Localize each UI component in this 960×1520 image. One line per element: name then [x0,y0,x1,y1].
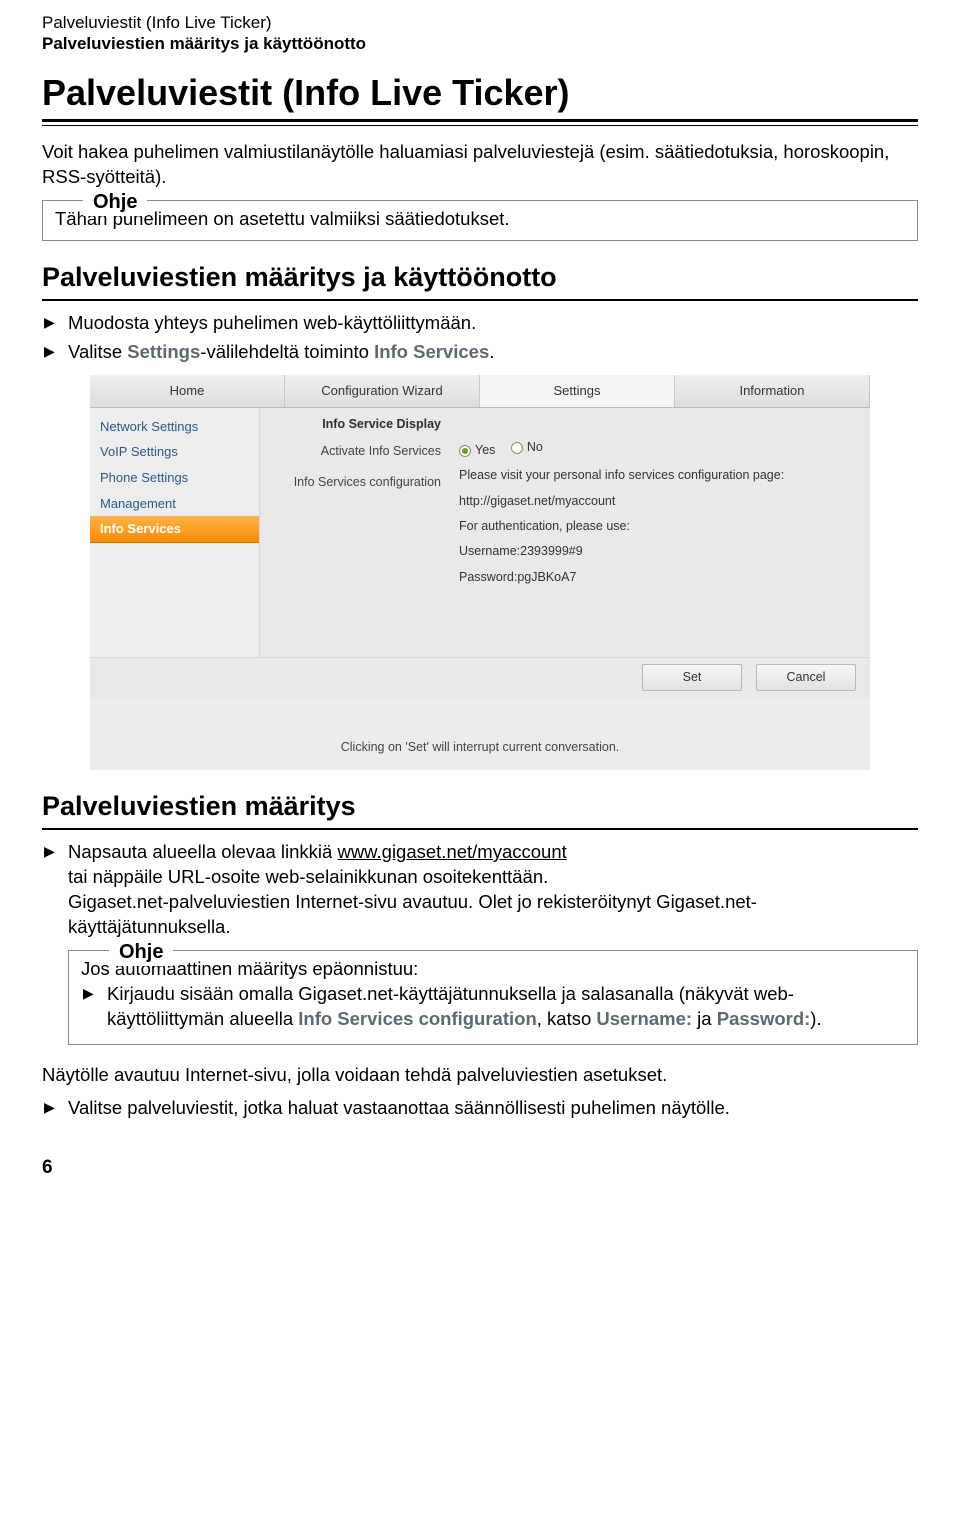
myaccount-link[interactable]: www.gigaset.net/myaccount [337,841,566,862]
radio-no[interactable]: No [511,438,543,457]
setup-steps: Muodosta yhteys puhelimen web-käyttöliit… [42,311,918,365]
radio-yes[interactable]: Yes [459,441,495,460]
tail-steps: Valitse palveluviestit, jotka haluat vas… [42,1096,918,1121]
step-select-services: Valitse palveluviestit, jotka haluat vas… [42,1096,918,1121]
password-line: Password:pgJBKoA7 [459,568,856,587]
tab-settings[interactable]: Settings [480,375,675,407]
title-rule [42,119,918,126]
step-connect: Muodosta yhteys puhelimen web-käyttöliit… [42,311,918,336]
hint2-intro: Jos automaattinen määritys epäonnistuu: [81,957,905,982]
webui-sidebar: Network Settings VoIP Settings Phone Set… [90,408,260,657]
settings-label: Settings [127,341,200,362]
auth-text: For authentication, please use: [459,517,856,536]
hint-legend: Ohje [109,939,173,966]
tab-config-wizard[interactable]: Configuration Wizard [285,375,480,407]
hint2-steps: Kirjaudu sisään omalla Gigaset.net-käytt… [81,982,905,1032]
section-rule [42,828,918,830]
step-alt-url: tai näppäile URL-osoite web-selainikkuna… [68,865,918,890]
activate-label: Activate Info Services [270,443,441,460]
step-page-opens: Gigaset.net-palveluviestien Internet-siv… [68,890,918,940]
page-title: Palveluviestit (Info Live Ticker) [42,69,918,118]
step-select-tab: Valitse Settings-välilehdeltä toiminto I… [42,340,918,365]
webui-labels-column: Info Service Display Activate Info Servi… [260,408,455,657]
sidebar-phone-settings[interactable]: Phone Settings [90,465,259,491]
step-login: Kirjaudu sisään omalla Gigaset.net-käytt… [81,982,905,1032]
config-url: http://gigaset.net/myaccount [459,492,856,511]
header-line1: Palveluviestit (Info Live Ticker) [42,12,918,33]
sidebar-network-settings[interactable]: Network Settings [90,414,259,440]
hint-box-2: Ohje Jos automaattinen määritys epäonnis… [68,950,918,1045]
password-label: Password: [717,1008,811,1029]
radio-dot-icon [459,445,471,457]
info-services-label: Info Services [374,341,489,362]
username-line: Username:2393999#9 [459,542,856,561]
webui-button-row: Set Cancel [90,658,870,699]
webui-content: Yes No Please visit your personal info s… [455,408,870,657]
radio-dot-icon [511,442,523,454]
webui-tabbar: Home Configuration Wizard Settings Infor… [90,375,870,408]
config-label: Info Services configuration [270,474,441,491]
header-line2: Palveluviestien määritys ja käyttöönotto [42,33,918,54]
sidebar-management[interactable]: Management [90,491,259,517]
activate-radios: Yes No [459,438,856,460]
tail-paragraph: Näytölle avautuu Internet-sivu, jolla vo… [42,1063,918,1088]
info-services-config-label: Info Services configuration [298,1008,537,1029]
tab-home[interactable]: Home [90,375,285,407]
intro-paragraph: Voit hakea puhelimen valmiustilanäytölle… [42,140,918,190]
hint-legend: Ohje [83,189,147,216]
config-steps: Napsauta alueella olevaa linkkiä www.gig… [42,840,918,940]
cancel-button[interactable]: Cancel [756,664,856,691]
webui-footer-note: Clicking on 'Set' will interrupt current… [90,699,870,770]
section-heading-config: Palveluviestien määritys [42,788,918,824]
section-heading-setup: Palveluviestien määritys ja käyttöönotto [42,259,918,295]
visit-text: Please visit your personal info services… [459,466,856,485]
webui-screenshot: Home Configuration Wizard Settings Infor… [90,375,870,769]
hint-box-1: Ohje Tähän puhelimeen on asetettu valmii… [42,200,918,241]
sidebar-info-services[interactable]: Info Services [90,516,259,543]
step-click-link: Napsauta alueella olevaa linkkiä www.gig… [42,840,918,940]
page-number: 6 [42,1155,918,1181]
section-rule [42,299,918,301]
running-header: Palveluviestit (Info Live Ticker) Palvel… [42,12,918,55]
tab-information[interactable]: Information [675,375,870,407]
username-label: Username: [596,1008,692,1029]
hint-text: Tähän puhelimeen on asetettu valmiiksi s… [55,207,905,232]
info-service-display-heading: Info Service Display [270,416,441,433]
set-button[interactable]: Set [642,664,742,691]
sidebar-voip-settings[interactable]: VoIP Settings [90,439,259,465]
